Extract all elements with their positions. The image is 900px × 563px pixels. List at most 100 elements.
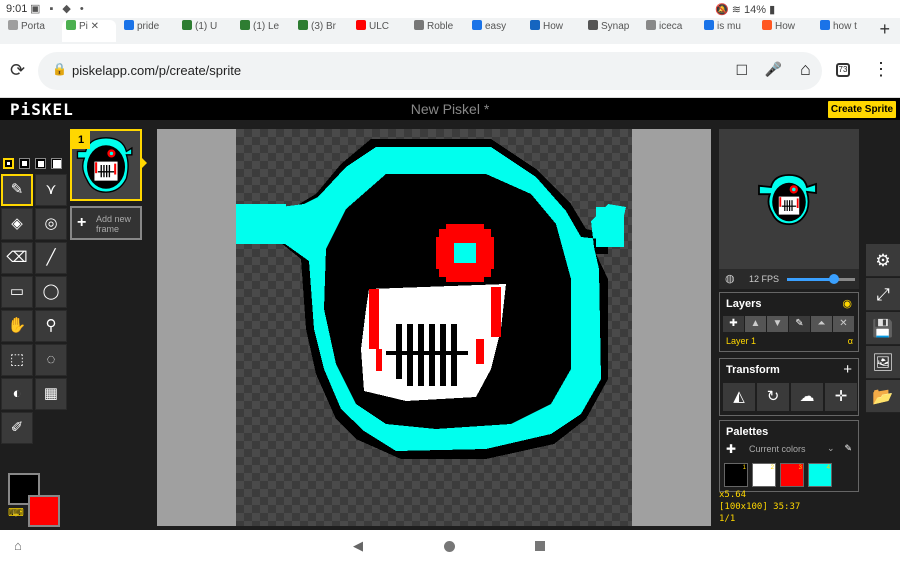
palette-swatch[interactable]: 3 bbox=[780, 463, 804, 487]
accessibility-icon[interactable]: ⌂ bbox=[14, 538, 22, 553]
pen-size-2[interactable] bbox=[19, 158, 30, 169]
rectangle-icon[interactable]: ▭ bbox=[1, 276, 33, 308]
tab-label: easy bbox=[485, 21, 507, 32]
layer-opacity[interactable]: α bbox=[848, 336, 853, 346]
export-image-icon[interactable]: 🖼 bbox=[866, 346, 900, 379]
browser-tab[interactable]: (3) Br bbox=[294, 20, 348, 42]
pen-size-3[interactable] bbox=[35, 158, 46, 169]
stroke-icon[interactable]: ╱ bbox=[35, 242, 67, 274]
edit-palette-icon[interactable]: ✎ bbox=[844, 443, 852, 454]
circle-icon[interactable]: ◯ bbox=[35, 276, 67, 308]
lock-icon[interactable]: 🔒 bbox=[52, 62, 67, 76]
palette-swatch[interactable]: 1 bbox=[724, 463, 748, 487]
fps-slider[interactable] bbox=[787, 274, 855, 284]
drawing-canvas[interactable] bbox=[236, 129, 632, 526]
fps-slider-knob[interactable] bbox=[829, 274, 839, 284]
paint-bucket-icon[interactable]: ◈ bbox=[1, 208, 33, 240]
tab-label: ULC bbox=[369, 21, 390, 32]
home-icon[interactable]: ⌂ bbox=[800, 59, 811, 80]
browser-tab[interactable]: Roble bbox=[410, 20, 464, 42]
browser-tab[interactable]: (1) Le bbox=[236, 20, 290, 42]
color-picker-icon[interactable]: ✐ bbox=[1, 412, 33, 444]
flip-icon[interactable]: ◭ bbox=[723, 383, 755, 411]
lighten-icon[interactable]: ◐ bbox=[1, 378, 33, 410]
animation-preview[interactable] bbox=[719, 129, 859, 269]
close-tab-icon[interactable]: ✕ bbox=[88, 21, 99, 32]
pen-tool-icon[interactable]: ✎ bbox=[1, 174, 33, 206]
tab-switcher-button[interactable]: 73 bbox=[836, 63, 850, 77]
rotate-icon[interactable]: ↻ bbox=[757, 383, 789, 411]
palette-selector[interactable]: ✚ Current colors ⌄ ✎ bbox=[723, 442, 855, 457]
bookmark-icon[interactable]: ☐ bbox=[735, 62, 748, 79]
pen-size-4[interactable] bbox=[51, 158, 62, 169]
pen-size-1[interactable] bbox=[3, 158, 14, 169]
browser-tab[interactable]: How bbox=[526, 20, 580, 42]
paint-same-color-icon[interactable]: ◎ bbox=[35, 208, 67, 240]
rectangle-selection-icon[interactable]: ⬚ bbox=[1, 344, 33, 376]
add-palette-icon[interactable]: ✚ bbox=[726, 442, 736, 456]
browser-tab[interactable]: easy bbox=[468, 20, 522, 42]
chevron-down-icon[interactable]: ⌄ bbox=[827, 443, 835, 454]
browser-tab[interactable]: Synap bbox=[584, 20, 638, 42]
recents-icon[interactable] bbox=[535, 541, 545, 551]
browser-tab[interactable]: ULC bbox=[352, 20, 406, 42]
browser-tab[interactable]: (1) U bbox=[178, 20, 232, 42]
keyboard-shortcuts-icon[interactable]: ⌨ bbox=[8, 506, 24, 519]
lasso-selection-icon[interactable]: ◌ bbox=[35, 344, 67, 376]
frame-thumbnail[interactable]: 1 bbox=[70, 129, 142, 201]
palette-name[interactable]: Current colors bbox=[749, 444, 806, 454]
browser-tab[interactable]: Pi ✕ bbox=[62, 20, 116, 42]
browser-tab[interactable]: how t bbox=[816, 20, 870, 42]
palette-swatch[interactable]: 2 bbox=[752, 463, 776, 487]
create-sprite-button[interactable]: Create Sprite bbox=[828, 101, 896, 118]
browser-tab-strip: Porta Pi ✕ pride (1) U (1) Le (3) Br ULC Roble e… bbox=[0, 18, 900, 44]
tab-label: how t bbox=[833, 21, 857, 32]
resize-icon[interactable]: ⤢ bbox=[866, 278, 900, 311]
move-hand-icon[interactable]: ✋ bbox=[1, 310, 33, 342]
vertical-mirror-pen-icon[interactable]: ⋎ bbox=[35, 174, 67, 206]
microphone-icon[interactable]: 🎤 bbox=[765, 61, 782, 78]
new-tab-button[interactable]: + bbox=[879, 19, 890, 40]
tab-label: (3) Br bbox=[311, 21, 336, 32]
back-icon[interactable]: ◀ bbox=[353, 538, 363, 554]
secondary-color[interactable] bbox=[28, 495, 60, 527]
add-layer-icon[interactable]: ✚ bbox=[723, 316, 744, 332]
open-folder-icon[interactable]: 📂 bbox=[866, 380, 900, 413]
browser-tab[interactable]: pride bbox=[120, 20, 174, 42]
browser-tab[interactable]: is mu bbox=[700, 20, 754, 42]
address-bar[interactable]: 🔒 piskelapp.com/p/create/sprite ☐ 🎤 bbox=[38, 52, 822, 90]
delete-layer-icon[interactable]: ✕ bbox=[833, 316, 854, 332]
url-text[interactable]: piskelapp.com/p/create/sprite bbox=[72, 63, 241, 78]
piskel-title: New Piskel * bbox=[410, 101, 490, 117]
palette-swatch[interactable]: 4 bbox=[808, 463, 832, 487]
current-frame-arrow bbox=[142, 158, 147, 168]
move-layer-down-icon[interactable]: ▼ bbox=[767, 316, 788, 332]
expand-transform-icon[interactable]: + bbox=[843, 361, 852, 378]
sprite-artwork[interactable] bbox=[236, 129, 632, 526]
piskel-logo[interactable]: PiSKEL bbox=[10, 100, 74, 119]
tab-favicon-icon bbox=[298, 20, 308, 30]
drawing-canvas-area[interactable] bbox=[157, 129, 711, 526]
shape-selection-icon[interactable]: ⚲ bbox=[35, 310, 67, 342]
save-icon[interactable]: 💾 bbox=[866, 312, 900, 345]
add-new-frame-button[interactable]: + Add new frame bbox=[70, 206, 142, 240]
move-layer-up-icon[interactable]: ▲ bbox=[745, 316, 766, 332]
layer-item[interactable]: Layer 1 α bbox=[723, 334, 855, 349]
tab-favicon-icon bbox=[124, 20, 134, 30]
tab-favicon-icon bbox=[8, 20, 18, 30]
browser-tab[interactable]: iceca bbox=[642, 20, 696, 42]
browser-menu-icon[interactable]: ⋮ bbox=[872, 59, 890, 80]
reload-icon[interactable]: ⟳ bbox=[10, 60, 25, 81]
onion-skin-icon[interactable]: ◍ bbox=[725, 272, 735, 285]
browser-tab[interactable]: How bbox=[758, 20, 812, 42]
rename-layer-icon[interactable]: ✎ bbox=[789, 316, 810, 332]
dithering-icon[interactable]: ▦ bbox=[35, 378, 67, 410]
eraser-icon[interactable]: ⌫ bbox=[1, 242, 33, 274]
merge-layer-icon[interactable]: ⏶ bbox=[811, 316, 832, 332]
center-align-icon[interactable]: ✛ bbox=[825, 383, 857, 411]
clone-sheep-icon[interactable]: ☁ bbox=[791, 383, 823, 411]
home-button-icon[interactable] bbox=[444, 541, 455, 552]
eye-icon[interactable]: ◉ bbox=[842, 297, 852, 310]
browser-tab[interactable]: Porta bbox=[4, 20, 58, 42]
gear-icon[interactable]: ⚙ bbox=[866, 244, 900, 277]
